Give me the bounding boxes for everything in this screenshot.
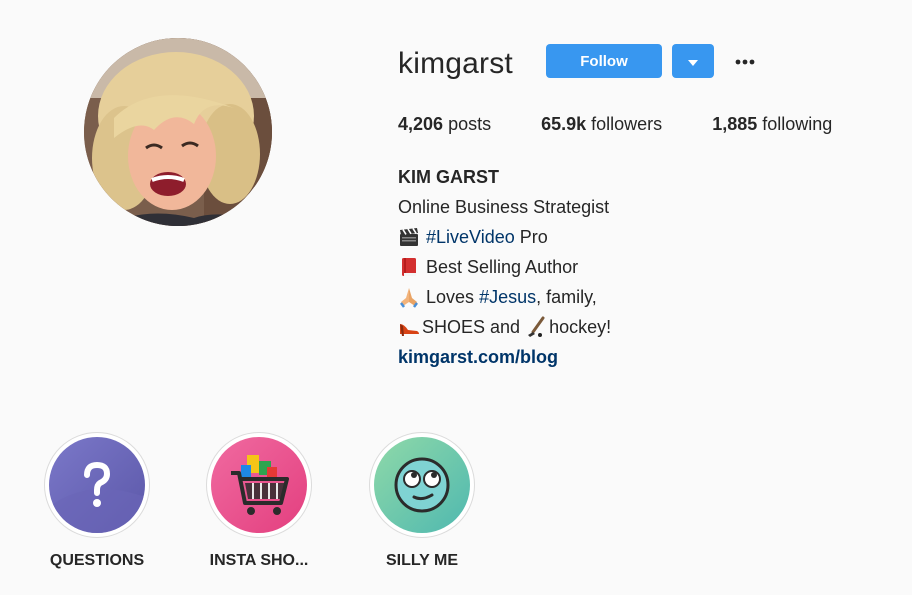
highlight-questions[interactable]: QUESTIONS: [37, 432, 157, 570]
bio-line-1: Online Business Strategist: [398, 197, 610, 217]
praying-hands-icon: [398, 286, 420, 308]
bio-line-5-pre: SHOES and: [422, 317, 521, 337]
eye-roll-emoji-icon: [374, 437, 470, 533]
hashtag-livevideo[interactable]: #LiveVideo: [426, 222, 515, 252]
highlight-ring: [369, 432, 475, 538]
follow-button[interactable]: Follow: [546, 44, 662, 78]
hashtag-jesus[interactable]: #Jesus: [479, 282, 536, 312]
following-stat[interactable]: 1,885 following: [712, 112, 832, 136]
bio-line-3: Best Selling Author: [398, 252, 611, 282]
highlight-ring: [206, 432, 312, 538]
followers-count: 65.9k: [541, 114, 587, 134]
bio-line-4-post: , family,: [536, 287, 597, 307]
followers-label: followers: [591, 114, 663, 134]
full-name: KIM GARST: [398, 167, 499, 187]
ellipsis-icon: [735, 52, 755, 70]
following-count: 1,885: [712, 114, 758, 134]
clapper-board-icon: [398, 226, 420, 248]
high-heel-icon: [398, 316, 420, 338]
highlight-label: SILLY ME: [385, 552, 459, 569]
posts-stat: 4,206 posts: [398, 112, 491, 136]
username: kimgarst: [398, 47, 513, 80]
highlight-ring: [44, 432, 150, 538]
question-mark-icon: [49, 437, 145, 533]
more-options-button[interactable]: [730, 44, 760, 78]
bio-line-4: Loves #Jesus , family,: [398, 282, 611, 312]
profile-bio: KIM GARST Online Business Strategist #Li…: [398, 162, 611, 372]
highlight-insta-shop[interactable]: INSTA SHO...: [199, 432, 319, 570]
profile-stats: 4,206 posts 65.9k followers 1,885 follow…: [398, 112, 832, 136]
red-book-icon: [398, 256, 420, 278]
highlight-silly-me[interactable]: SILLY ME: [362, 432, 482, 570]
highlight-label: INSTA SHO...: [209, 552, 309, 569]
posts-count: 4,206: [398, 114, 444, 134]
website-link[interactable]: kimgarst.com/blog: [398, 342, 611, 372]
suggestions-dropdown-button[interactable]: [672, 44, 714, 78]
hockey-stick-icon: [525, 316, 547, 338]
bio-line-2-text: Pro: [519, 227, 548, 247]
profile-avatar[interactable]: [84, 38, 272, 226]
shopping-cart-icon: [211, 437, 307, 533]
profile-page: kimgarst Follow 4,206 posts 65.9k follow…: [0, 0, 912, 595]
bio-line-2: #LiveVideo Pro: [398, 222, 611, 252]
bio-line-5: SHOES and hockey!: [398, 312, 611, 342]
bio-line-5-post: hockey!: [549, 317, 612, 337]
caret-down-icon: [688, 54, 698, 69]
posts-label: posts: [448, 114, 492, 134]
bio-line-3-text: Best Selling Author: [426, 257, 579, 277]
following-label: following: [762, 114, 833, 134]
followers-stat[interactable]: 65.9k followers: [541, 112, 662, 136]
avatar-photo: [84, 38, 272, 226]
highlight-label: QUESTIONS: [49, 552, 145, 569]
bio-line-4-pre: Loves: [426, 287, 475, 307]
